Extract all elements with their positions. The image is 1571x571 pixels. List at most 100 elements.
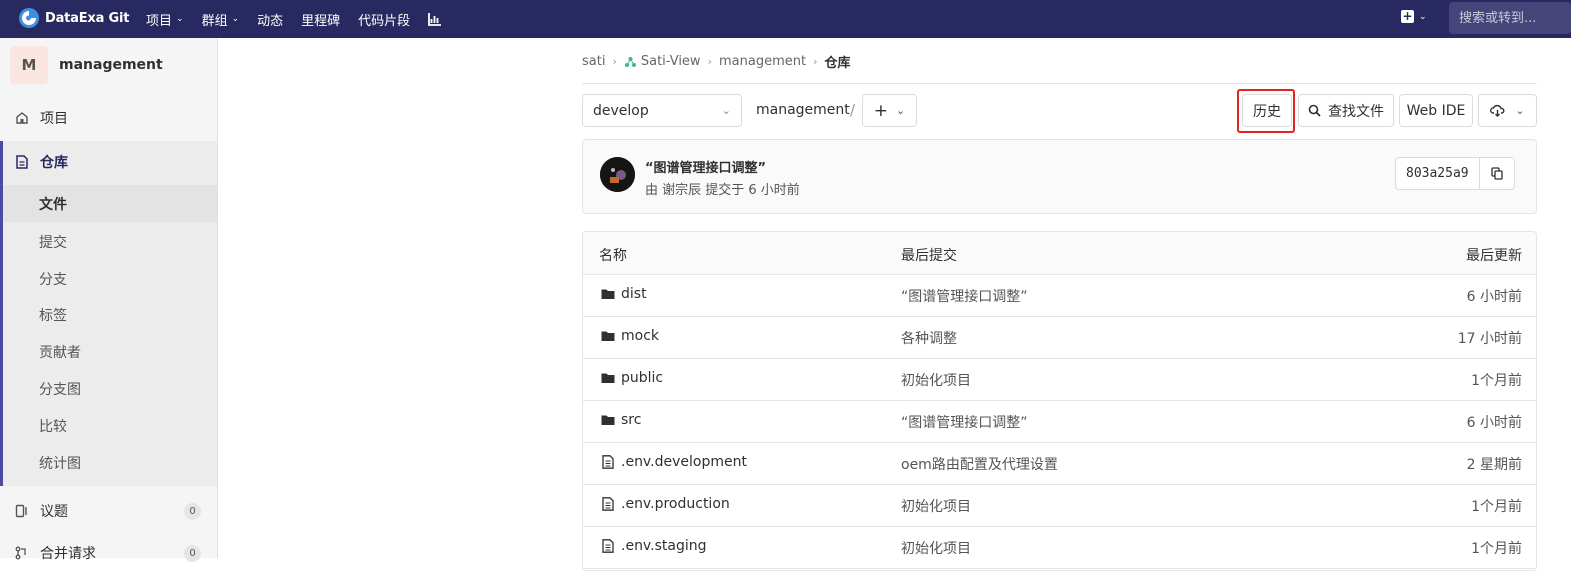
avatar-image-icon	[600, 157, 635, 192]
header-last-update: 最后更新	[1466, 248, 1522, 264]
author-avatar[interactable]	[600, 157, 635, 192]
sidebar-sub-tags[interactable]: 标签	[39, 305, 67, 325]
path-separator: /	[850, 101, 856, 119]
table-row[interactable]: src “图谱管理接口调整” 6 小时前	[583, 401, 1536, 443]
breadcrumb-management[interactable]: management	[719, 54, 806, 69]
nav-milestones[interactable]: 里程碑	[301, 10, 340, 29]
add-file-dropdown[interactable]: + ⌄	[862, 94, 917, 127]
folder-icon	[601, 289, 615, 299]
sidebar-sub-files[interactable]: 文件	[39, 194, 67, 214]
sidebar-sub-graph[interactable]: 分支图	[39, 379, 81, 399]
updated-time: 17 小时前	[1457, 331, 1522, 347]
history-highlight-box	[1237, 89, 1295, 133]
repo-path-root[interactable]: management	[756, 102, 850, 118]
dataexa-logo-icon	[19, 8, 39, 28]
plus-icon: +	[873, 100, 889, 121]
sidebar-item-merge-requests[interactable]: 合并请求 0	[0, 535, 217, 571]
commit-message[interactable]: 各种调整	[901, 328, 957, 348]
table-row[interactable]: .env.development oem路由配置及代理设置 2 星期前	[583, 443, 1536, 485]
cloud-download-icon	[1490, 104, 1505, 117]
nav-groups[interactable]: 群组 ⌄	[202, 10, 240, 29]
commit-sha[interactable]: 803a25a9	[1396, 158, 1480, 189]
commit-message[interactable]: oem路由配置及代理设置	[901, 454, 1058, 474]
sidebar-item-project[interactable]: 项目	[0, 100, 217, 136]
chevron-down-icon: ⌄	[176, 14, 184, 24]
commit-title[interactable]: “图谱管理接口调整”	[645, 157, 766, 176]
sidebar-item-repository[interactable]: 仓库	[0, 144, 217, 180]
branch-select[interactable]: develop ⌄	[582, 94, 742, 127]
issues-icon	[15, 504, 27, 518]
file-name[interactable]: .env.staging	[621, 538, 706, 554]
updated-time: 1个月前	[1471, 541, 1522, 557]
copy-icon	[1490, 167, 1503, 180]
document-icon	[16, 155, 28, 169]
breadcrumb-separator-icon: ›	[707, 55, 712, 68]
commit-message[interactable]: “图谱管理接口调整”	[901, 412, 1028, 432]
commit-message[interactable]: 初始化项目	[901, 496, 971, 516]
search-input[interactable]	[1449, 2, 1571, 34]
header-last-commit: 最后提交	[901, 248, 957, 264]
commit-meta: 由 谢宗辰 提交于 6 小时前	[645, 183, 800, 198]
chevron-down-icon: ⌄	[896, 104, 906, 117]
nav-activity[interactable]: 动态	[257, 10, 283, 29]
file-icon	[602, 455, 614, 469]
table-row[interactable]: dist “图谱管理接口调整” 6 小时前	[583, 275, 1536, 317]
table-row[interactable]: .env.staging 初始化项目 1个月前	[583, 527, 1536, 569]
branch-name: develop	[593, 102, 649, 119]
sidebar-sub-contributors[interactable]: 贡献者	[39, 342, 81, 362]
commit-message[interactable]: “图谱管理接口调整”	[901, 286, 1028, 306]
nav-projects[interactable]: 项目 ⌄	[146, 10, 184, 29]
commit-message[interactable]: 初始化项目	[901, 370, 971, 390]
new-dropdown[interactable]: + ⌄	[1401, 10, 1427, 23]
brand-logo[interactable]: DataExa Git	[18, 7, 129, 29]
commit-sha-group: 803a25a9	[1395, 157, 1515, 190]
file-name[interactable]: dist	[621, 286, 647, 302]
table-row[interactable]: mock 各种调整 17 小时前	[583, 317, 1536, 359]
file-name[interactable]: src	[621, 412, 641, 428]
folder-icon	[601, 331, 615, 341]
breadcrumb-separator-icon: ›	[612, 55, 617, 68]
sidebar-item-issues[interactable]: 议题 0	[0, 493, 217, 529]
breadcrumb-sati-view[interactable]: Sati-View	[641, 54, 701, 69]
project-avatar: M	[10, 46, 48, 84]
divider	[582, 83, 1537, 84]
clone-dropdown[interactable]: ⌄	[1478, 94, 1537, 127]
sidebar-sub-compare[interactable]: 比较	[39, 416, 67, 436]
plus-square-icon: +	[1401, 9, 1414, 23]
last-commit-panel: “图谱管理接口调整” 由 谢宗辰 提交于 6 小时前 803a25a9	[582, 139, 1537, 214]
project-logo-icon	[624, 57, 636, 67]
project-name: management	[59, 57, 163, 73]
web-ide-button[interactable]: Web IDE	[1399, 94, 1473, 127]
global-search	[1449, 2, 1571, 34]
sidebar-sub-branches[interactable]: 分支	[39, 269, 67, 289]
file-icon	[602, 539, 614, 553]
copy-sha-button[interactable]	[1480, 158, 1514, 189]
nav-snippets[interactable]: 代码片段	[358, 10, 410, 29]
table-row[interactable]: .env.production 初始化项目 1个月前	[583, 485, 1536, 527]
sidebar-sub-charts[interactable]: 统计图	[39, 453, 81, 473]
file-name[interactable]: .env.production	[621, 496, 730, 512]
home-icon	[16, 112, 28, 124]
folder-icon	[601, 415, 615, 425]
file-icon	[602, 497, 614, 511]
nav-chart[interactable]	[428, 12, 442, 26]
chevron-down-icon: ⌄	[1419, 11, 1427, 22]
sidebar-sub-commits[interactable]: 提交	[39, 232, 67, 252]
updated-time: 1个月前	[1471, 373, 1522, 389]
file-name[interactable]: mock	[621, 328, 659, 344]
folder-icon	[601, 373, 615, 383]
table-header: 名称 最后提交 最后更新	[583, 232, 1536, 275]
breadcrumb-separator-icon: ›	[813, 55, 818, 68]
find-file-button[interactable]: 查找文件	[1298, 94, 1394, 127]
breadcrumb-current[interactable]: 仓库	[824, 52, 850, 71]
sidebar: M management 项目 仓库 文件 提交 分支 标签 贡献者 分支图 比…	[0, 38, 218, 562]
file-name[interactable]: public	[621, 370, 663, 386]
file-name[interactable]: .env.development	[621, 454, 747, 470]
top-nav: 项目 ⌄ 群组 ⌄ 动态 里程碑 代码片段	[146, 0, 460, 38]
breadcrumb-sati[interactable]: sati	[582, 54, 605, 69]
table-row[interactable]: public 初始化项目 1个月前	[583, 359, 1536, 401]
header-name: 名称	[599, 248, 627, 264]
commit-message[interactable]: 初始化项目	[901, 538, 971, 558]
project-header[interactable]: M management	[10, 46, 163, 84]
breadcrumb: sati › Sati-View › management › 仓库	[582, 52, 851, 71]
